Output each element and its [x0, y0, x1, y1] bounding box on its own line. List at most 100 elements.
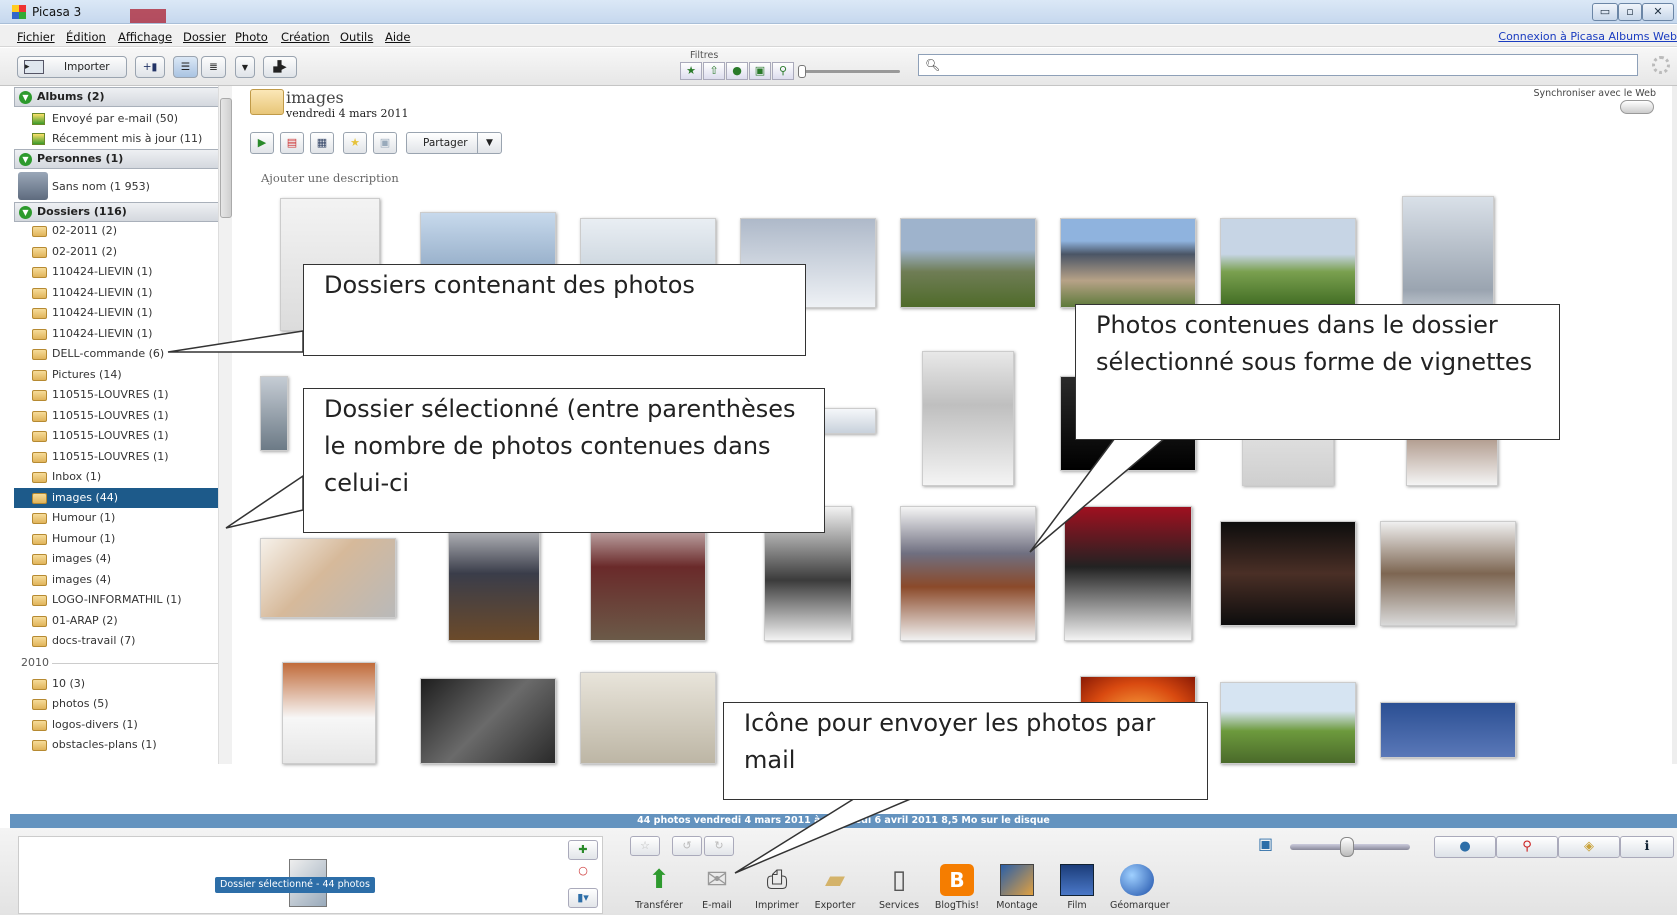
menu-edition[interactable]: Édition [66, 30, 106, 44]
share-button[interactable]: Partager ▼ [406, 132, 502, 154]
folder-item[interactable]: Pictures (14) [14, 365, 230, 385]
photo-thumbnail[interactable] [260, 376, 288, 451]
upload-to-web-button[interactable]: ▤ [280, 132, 304, 154]
folder-item[interactable]: images (4) [14, 549, 230, 569]
photo-thumbnail[interactable] [1220, 521, 1356, 626]
services-action[interactable]: ▯ Services [872, 864, 926, 911]
photo-thumbnail[interactable] [900, 218, 1036, 308]
folder-item[interactable]: 02-2011 (2) [14, 242, 230, 262]
connect-web-albums-link[interactable]: Connexion à Picasa Albums Web [1498, 30, 1677, 43]
album-item[interactable]: Envoyé par e-mail (50) [14, 109, 230, 129]
filter-slider-knob[interactable] [798, 65, 806, 78]
email-action[interactable]: ✉ E-mail [690, 864, 744, 911]
folder-item[interactable]: docs-travail (7) [14, 631, 230, 651]
filter-geotag-button[interactable]: ⚲ [772, 62, 794, 80]
folder-item-selected[interactable]: images (44) [14, 488, 230, 508]
add-to-album-button[interactable]: ▮▾ [568, 888, 598, 908]
folder-item[interactable]: Humour (1) [14, 508, 230, 528]
menu-photo[interactable]: Photo [235, 30, 268, 44]
info-panel-button[interactable]: ℹ [1620, 836, 1674, 858]
tree-view-button[interactable]: ≣ [201, 56, 226, 78]
album-item[interactable]: Récemment mis à jour (11) [14, 129, 230, 149]
add-album-button[interactable]: +▮ [135, 56, 165, 78]
folder-item[interactable]: Humour (1) [14, 529, 230, 549]
places-panel-button[interactable]: ⚲ [1496, 836, 1558, 858]
collage-action[interactable]: Montage [990, 864, 1044, 911]
photo-thumbnail[interactable] [1220, 682, 1356, 764]
folder-item[interactable]: Inbox (1) [14, 467, 230, 487]
photo-thumbnail[interactable] [260, 538, 396, 618]
flat-view-button[interactable]: ☰ [173, 56, 198, 78]
print-action[interactable]: ⎙ Imprimer [750, 864, 804, 911]
menu-dossier[interactable]: Dossier [183, 30, 226, 44]
photo-thumbnail[interactable] [1380, 521, 1516, 626]
rotate-left-button[interactable]: ↺ [672, 836, 702, 856]
geotag-action[interactable]: Géomarquer [1110, 864, 1170, 911]
filter-star-button[interactable]: ★ [680, 62, 702, 80]
menu-affichage[interactable]: Affichage [118, 30, 172, 44]
movie-button[interactable]: ▦ [310, 132, 334, 154]
menu-outils[interactable]: Outils [340, 30, 373, 44]
chevron-down-icon[interactable]: ▼ [477, 133, 501, 153]
photo-thumbnail[interactable] [900, 506, 1036, 641]
photo-thumbnail[interactable] [1064, 506, 1192, 641]
photo-tray[interactable]: Dossier sélectionné - 44 photos [18, 836, 603, 914]
star-tray-button[interactable]: ☆ [630, 836, 660, 856]
folder-item[interactable]: images (4) [14, 570, 230, 590]
folder-item[interactable]: DELL-commande (6) [14, 344, 230, 364]
folder-item[interactable]: 110515-LOUVRES (1) [14, 447, 230, 467]
people-button[interactable]: ▟▸ [263, 56, 297, 78]
folder-item[interactable]: 110424-LIEVIN (1) [14, 283, 230, 303]
filter-face-button[interactable]: ● [726, 62, 748, 80]
sidebar-scroll-thumb[interactable] [220, 98, 232, 218]
maximize-button[interactable]: ▫ [1618, 3, 1642, 21]
folder-item[interactable]: 02-2011 (2) [14, 221, 230, 241]
folder-item[interactable]: logos-divers (1) [14, 715, 230, 735]
people-header[interactable]: ▼ Personnes (1) [14, 149, 230, 169]
sidebar-scrollbar[interactable] [218, 86, 232, 764]
folder-item[interactable]: LOGO-INFORMATHIL (1) [14, 590, 230, 610]
star-button[interactable]: ★ [343, 132, 367, 154]
close-button[interactable]: ✕ [1642, 3, 1674, 21]
filter-upload-button[interactable]: ⇧ [703, 62, 725, 80]
photo-thumbnail[interactable] [420, 678, 556, 764]
movie-action[interactable]: Film [1050, 864, 1104, 911]
person-item[interactable]: Sans nom (1 953) [14, 170, 230, 204]
folder-item[interactable]: 110515-LOUVRES (1) [14, 385, 230, 405]
folder-item[interactable]: obstacles-plans (1) [14, 735, 230, 755]
search-input[interactable]: 🔍︎ [918, 54, 1638, 76]
photo-thumbnail[interactable] [1220, 218, 1356, 308]
photo-thumbnail[interactable] [1060, 218, 1196, 308]
save-button[interactable]: ▣ [373, 132, 397, 154]
rotate-right-button[interactable]: ↻ [704, 836, 734, 856]
people-panel-button[interactable]: ● [1434, 836, 1496, 858]
main-scrollbar[interactable] [1672, 86, 1677, 764]
slideshow-button[interactable]: ▶ [250, 132, 274, 154]
blogthis-action[interactable]: B BlogThis! [930, 864, 984, 911]
folder-item[interactable]: 110424-LIEVIN (1) [14, 303, 230, 323]
tags-panel-button[interactable]: ◈ [1558, 836, 1620, 858]
thumbnail-size-knob[interactable] [1340, 837, 1354, 857]
upload-action[interactable]: ⬆ Transférer [632, 864, 686, 911]
folders-header[interactable]: ▼ Dossiers (116) [14, 202, 230, 222]
import-button[interactable]: ▸ Importer [17, 56, 127, 78]
albums-header[interactable]: ▼ Albums (2) [14, 87, 230, 107]
hold-pin-button[interactable]: ✚ [568, 840, 598, 860]
add-description-field[interactable]: Ajouter une description [261, 171, 399, 185]
export-action[interactable]: ▰ Exporter [808, 864, 862, 911]
sync-toggle[interactable] [1620, 100, 1654, 114]
minimize-button[interactable]: ▭ [1592, 3, 1618, 21]
filter-date-slider[interactable] [802, 70, 900, 73]
folder-item[interactable]: 01-ARAP (2) [14, 611, 230, 631]
photo-thumbnail[interactable] [922, 351, 1014, 486]
filter-movie-button[interactable]: ▣ [749, 62, 771, 80]
clear-tray-button[interactable]: ○ [568, 862, 598, 882]
view-dropdown-button[interactable]: ▼ [235, 56, 255, 78]
folder-item[interactable]: photos (5) [14, 694, 230, 714]
folder-item[interactable]: 110424-LIEVIN (1) [14, 324, 230, 344]
folder-item[interactable]: 10 (3) [14, 674, 230, 694]
menu-creation[interactable]: Création [281, 30, 330, 44]
photo-thumbnail[interactable] [1380, 702, 1516, 758]
photo-thumbnail[interactable] [282, 662, 376, 764]
photo-thumbnail[interactable] [580, 672, 716, 764]
